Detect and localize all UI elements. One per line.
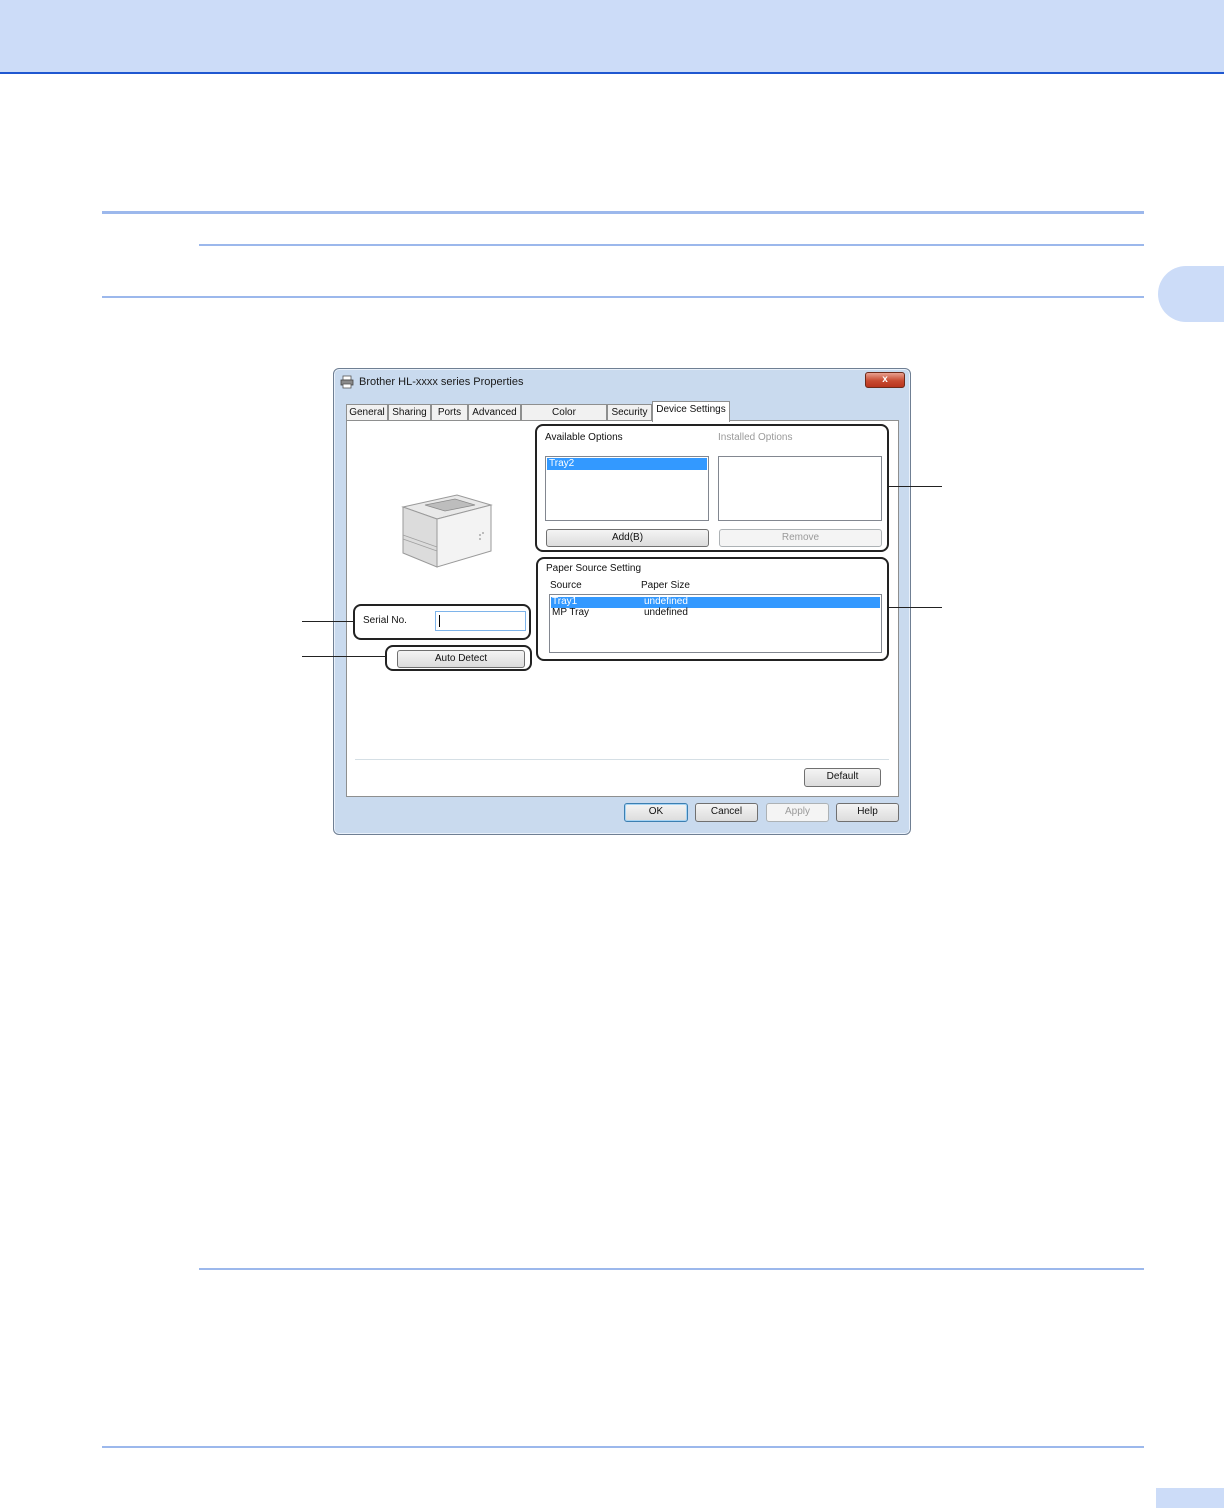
dialog-title: Brother HL-xxxx series Properties: [359, 376, 524, 388]
apply-button[interactable]: Apply: [766, 803, 829, 822]
printer-illustration: [401, 494, 493, 568]
page-header-band: [0, 0, 1224, 74]
footer-rule: [102, 1446, 1144, 1448]
chapter-tab: [1158, 266, 1224, 322]
tab-general[interactable]: General: [346, 404, 388, 421]
cancel-button[interactable]: Cancel: [695, 803, 758, 822]
panel-separator: [355, 759, 889, 760]
tab-device-settings[interactable]: Device Settings: [652, 401, 730, 422]
tab-security[interactable]: Security: [607, 404, 652, 421]
section-rule-bottom: [102, 296, 1144, 298]
title-bar[interactable]: Brother HL-xxxx series Properties x: [334, 369, 910, 399]
tab-ports[interactable]: Ports: [431, 404, 468, 421]
leader-line: [302, 656, 385, 657]
default-button[interactable]: Default: [804, 768, 881, 787]
note-rule: [199, 1268, 1144, 1270]
callout-paper-source: [536, 557, 889, 661]
help-button[interactable]: Help: [836, 803, 899, 822]
printer-icon: [340, 375, 354, 389]
section-rule-top: [102, 211, 1144, 214]
leader-line: [302, 621, 353, 622]
section-rule-sub: [199, 244, 1144, 246]
close-button[interactable]: x: [865, 372, 905, 388]
ok-button[interactable]: OK: [624, 803, 688, 822]
tab-sharing[interactable]: Sharing: [388, 404, 431, 421]
callout-options: [535, 424, 889, 552]
callout-serial-number: [353, 604, 531, 640]
page-number-tab: [1156, 1488, 1224, 1508]
leader-line: [889, 486, 942, 487]
leader-line: [889, 607, 942, 608]
tab-color-management[interactable]: Color Management: [521, 404, 607, 434]
callout-auto-detect: [385, 645, 532, 671]
tab-advanced[interactable]: Advanced: [468, 404, 521, 421]
